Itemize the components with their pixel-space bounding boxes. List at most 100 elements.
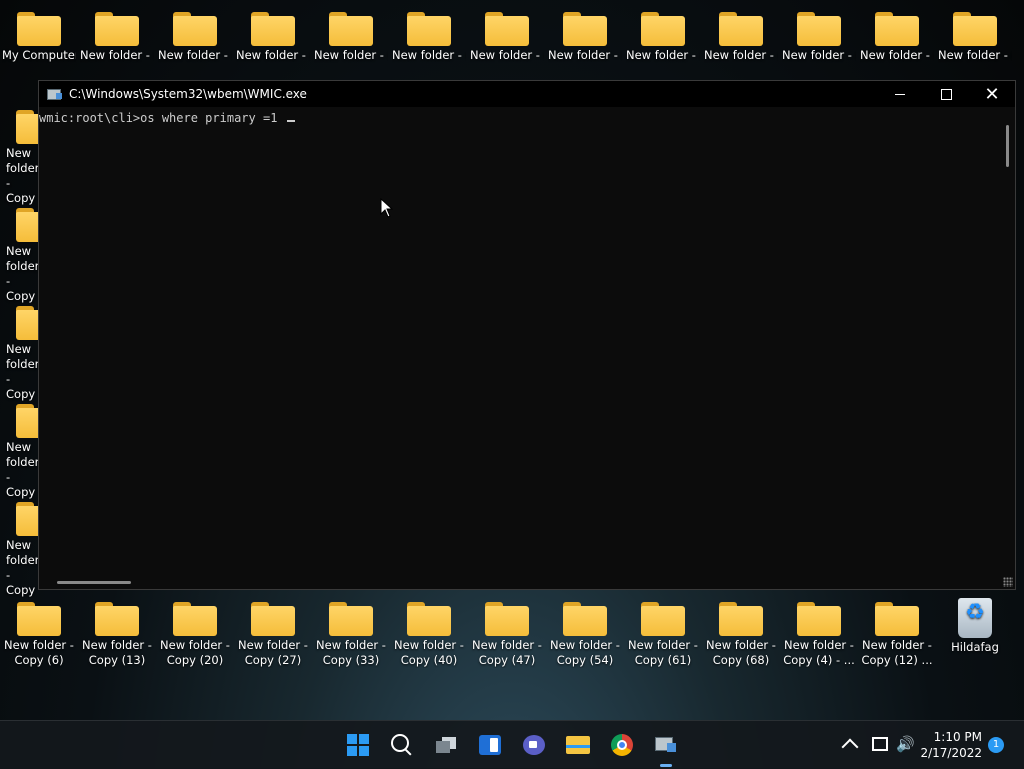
folder-icon [95, 12, 139, 46]
widgets-button[interactable] [474, 729, 506, 761]
icon-label-line1: New folder - [472, 638, 542, 652]
minimize-button[interactable] [877, 81, 923, 107]
icon-label: New folder - Copy (14) [158, 48, 232, 62]
show-hidden-icons-chevron-up-icon[interactable] [841, 738, 859, 756]
console-output[interactable]: wmic:root\cli>os where primary =1 [39, 107, 1001, 575]
text-cursor [286, 120, 295, 122]
icon-label-line1: New folder - [82, 638, 152, 652]
desktop-folder[interactable]: New folder - Copy (14) [158, 12, 232, 63]
desktop-folder[interactable]: New folder - Copy (40) [392, 602, 466, 668]
desktop-folder[interactable]: New folder - Copy (69) [782, 12, 856, 63]
desktop-folder[interactable]: New folder - Copy (47) [470, 602, 544, 668]
desktop-folder[interactable]: New folder - Copy (54) [548, 602, 622, 668]
icon-label-line1: New folder - [316, 638, 386, 652]
desktop-icon-my-computer[interactable]: My Computer [2, 12, 76, 63]
desktop-folder[interactable]: New folder - Copy [0, 502, 38, 598]
system-clock[interactable]: 1:10 PM 2/17/2022 [918, 729, 982, 761]
search-icon [391, 734, 409, 752]
desktop-folder[interactable]: New folder - Copy (27) [236, 602, 310, 668]
folder-icon [95, 602, 139, 636]
desktop-folder[interactable]: New folder - Copy (48) [548, 12, 622, 63]
desktop-folder[interactable]: New folder - Copy (33) [314, 602, 388, 668]
desktop-folder[interactable]: New folder - Copy (62) [704, 12, 778, 63]
folder-icon [485, 12, 529, 46]
icon-label-line2: Copy (68) [712, 653, 770, 667]
horizontal-scroll-thumb[interactable] [57, 581, 131, 584]
chrome-button[interactable] [606, 729, 638, 761]
icon-label-line1: New folder - [394, 638, 464, 652]
icon-label-line2: Copy (61) [634, 653, 692, 667]
notification-badge[interactable]: 1 [988, 737, 1004, 753]
console-app-icon [655, 735, 677, 755]
desktop-folder[interactable]: New folder - Copy (5) [860, 12, 934, 63]
icon-label-line1: New folder - [550, 638, 620, 652]
desktop-folder[interactable]: New folder - Copy [0, 306, 38, 402]
icon-label: New folder - Copy (62) [704, 48, 778, 62]
taskbar: 🔊 1:10 PM 2/17/2022 1 [0, 720, 1024, 769]
vertical-scrollbar[interactable] [1001, 107, 1015, 575]
icon-label-line2: Copy (13) [88, 653, 146, 667]
icon-label: Hildafag [951, 640, 999, 654]
recycle-bin-icon: ♻ [958, 598, 992, 638]
minimize-icon [895, 93, 905, 95]
wmic-console-window[interactable]: C:\Windows\System32\wbem\WMIC.exe ✕ wmic… [38, 80, 1016, 590]
desktop-folder[interactable]: New folder - Copy (21) [236, 12, 310, 63]
folder-icon [797, 12, 841, 46]
folder-icon [16, 502, 38, 536]
desktop-folder[interactable]: New folder - Copy (20) [158, 602, 232, 668]
icon-label: New folder - Copy [6, 440, 38, 499]
desktop-folder[interactable]: New folder - Copy (12) ... [860, 602, 934, 668]
icon-label: New folder - Copy (7) [80, 48, 154, 62]
desktop-folder[interactable]: New folder - Copy (28) [314, 12, 388, 63]
desktop-folder[interactable]: New folder - Copy (55) [626, 12, 700, 63]
console-line: wmic:root\cli>os where primary =1 [39, 111, 1001, 125]
search-button[interactable] [386, 729, 418, 761]
folder-icon [329, 602, 373, 636]
close-button[interactable]: ✕ [969, 81, 1015, 107]
desktop-folder[interactable]: New folder - Copy (13) [80, 602, 154, 668]
icon-label: New folder - Copy [6, 538, 38, 597]
desktop-folder[interactable]: New folder - Copy (34) [392, 12, 466, 63]
start-button[interactable] [342, 729, 374, 761]
desktop-folder[interactable]: New folder - Copy (11) [938, 12, 1012, 63]
folder-icon [16, 306, 38, 340]
console-app-icon [47, 88, 63, 100]
folder-icon [797, 602, 841, 636]
folder-icon [16, 208, 38, 242]
window-titlebar[interactable]: C:\Windows\System32\wbem\WMIC.exe ✕ [39, 81, 1015, 107]
folder-icon [641, 12, 685, 46]
desktop-folder[interactable]: New folder - Copy (4) - ... [782, 602, 856, 668]
desktop-folder[interactable]: New folder - Copy [0, 208, 38, 304]
icon-label: New folder - Copy (48) [548, 48, 622, 62]
console-command-text: wmic:root\cli>os where primary =1 [39, 111, 285, 125]
wmic-taskbar-button[interactable] [650, 729, 682, 767]
desktop-recycle-bin[interactable]: ♻ Hildafag [938, 598, 1012, 655]
desktop-folder[interactable]: New folder - Copy [0, 110, 38, 206]
desktop-folder[interactable]: New folder - Copy (6) [2, 602, 76, 668]
chrome-icon [611, 734, 633, 756]
folder-icon [17, 12, 61, 46]
folder-icon [875, 602, 919, 636]
icon-label-line1: New folder - [862, 638, 932, 652]
task-view-button[interactable] [430, 729, 462, 761]
maximize-button[interactable] [923, 81, 969, 107]
desktop-folder[interactable]: New folder - Copy [0, 404, 38, 500]
icon-label-line1: New folder - [160, 638, 230, 652]
icon-label-line2: Copy (54) [556, 653, 614, 667]
chat-button[interactable] [518, 729, 550, 761]
icon-label: New folder - Copy (34) [392, 48, 466, 62]
desktop-folder[interactable]: New folder - Copy (41) [470, 12, 544, 63]
volume-icon[interactable]: 🔊 [896, 735, 915, 753]
task-view-icon [436, 737, 456, 753]
desktop-folder[interactable]: New folder - Copy (7) [80, 12, 154, 63]
desktop-folder[interactable]: New folder - Copy (68) [704, 602, 778, 668]
file-explorer-button[interactable] [562, 729, 594, 761]
icon-label-line2: Copy (27) [244, 653, 302, 667]
icon-label: New folder - Copy (28) [314, 48, 388, 62]
horizontal-scrollbar[interactable] [39, 575, 1001, 589]
icon-label: New folder - Copy (69) [782, 48, 856, 62]
desktop-folder[interactable]: New folder - Copy (61) [626, 602, 700, 668]
resize-grip[interactable] [1003, 577, 1013, 587]
vertical-scroll-thumb[interactable] [1006, 125, 1009, 167]
network-icon[interactable] [872, 737, 888, 751]
